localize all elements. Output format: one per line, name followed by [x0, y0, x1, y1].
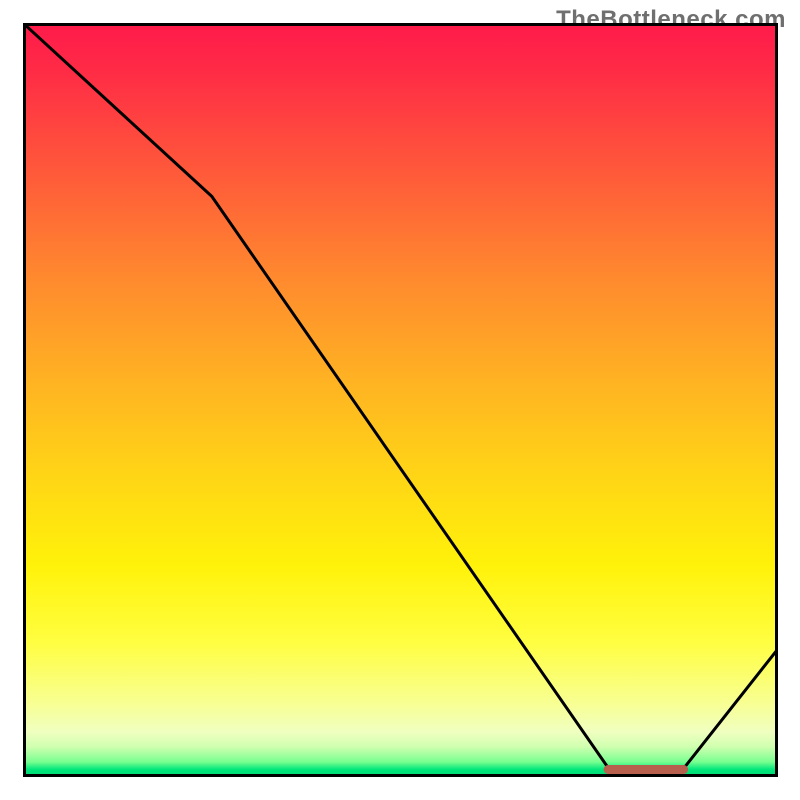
bottleneck-curve: [23, 23, 778, 773]
chart-container: TheBottleneck.com: [0, 0, 800, 800]
plot-area: [23, 23, 778, 777]
chart-svg: [23, 23, 778, 777]
